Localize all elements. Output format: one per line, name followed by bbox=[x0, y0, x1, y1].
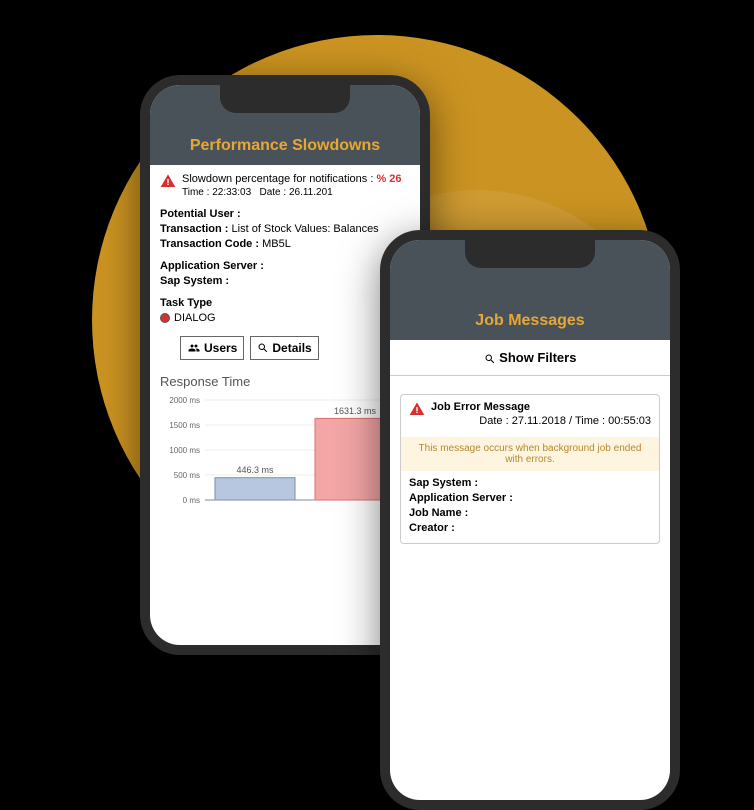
alert-icon bbox=[160, 173, 176, 189]
phone-notch bbox=[220, 85, 350, 113]
card-date-label: Date : bbox=[479, 415, 508, 427]
details-button[interactable]: Details bbox=[250, 336, 318, 360]
job-name-label: Job Name : bbox=[409, 507, 468, 519]
users-button[interactable]: Users bbox=[180, 336, 244, 360]
phone-job-messages: Job Messages Show Filters Job Error Mess… bbox=[380, 230, 680, 810]
page-title: Performance Slowdowns bbox=[190, 137, 380, 155]
users-button-label: Users bbox=[204, 341, 237, 355]
svg-text:500 ms: 500 ms bbox=[174, 471, 200, 480]
date-value: 26.11.201 bbox=[289, 187, 333, 198]
response-time-chart: Response Time 2000 ms 1500 ms 1000 ms 50… bbox=[160, 374, 410, 508]
task-type-option[interactable]: DIALOG bbox=[160, 312, 410, 324]
job-error-card: Job Error Message Date : 27.11.2018 / Ti… bbox=[400, 394, 660, 544]
app-server-label: Application Server : bbox=[409, 492, 513, 504]
creator-label: Creator : bbox=[409, 522, 455, 534]
svg-text:1000 ms: 1000 ms bbox=[169, 446, 200, 455]
app-server-label: Application Server : bbox=[160, 260, 264, 272]
transaction-code-value: MB5L bbox=[262, 238, 291, 250]
sap-system-label: Sap System : bbox=[409, 477, 478, 489]
date-label: Date : bbox=[259, 187, 286, 198]
radio-icon bbox=[160, 313, 170, 323]
chart-title: Response Time bbox=[160, 374, 410, 389]
alert-icon bbox=[409, 401, 425, 417]
alert-row: Slowdown percentage for notifications : … bbox=[160, 173, 410, 198]
svg-text:1500 ms: 1500 ms bbox=[169, 421, 200, 430]
transaction-label: Transaction : bbox=[160, 223, 228, 235]
svg-text:446.3 ms: 446.3 ms bbox=[236, 465, 274, 475]
card-time-value: 00:55:03 bbox=[608, 415, 651, 427]
task-type-label: Task Type bbox=[160, 297, 212, 309]
card-date-value: 27.11.2018 bbox=[512, 415, 566, 427]
card-heading: Job Error Message bbox=[431, 401, 651, 413]
alert-text: Slowdown percentage for notifications : bbox=[182, 173, 373, 185]
svg-text:2000 ms: 2000 ms bbox=[169, 396, 200, 405]
phone-notch bbox=[465, 240, 595, 268]
card-banner: This message occurs when background job … bbox=[401, 437, 659, 471]
potential-user-label: Potential User : bbox=[160, 208, 241, 220]
transaction-code-label: Transaction Code : bbox=[160, 238, 259, 250]
search-icon bbox=[484, 353, 496, 365]
users-icon bbox=[187, 342, 201, 354]
filters-label: Show Filters bbox=[499, 350, 576, 365]
time-value: 22:33:03 bbox=[212, 187, 251, 198]
card-time-label: Time : bbox=[575, 415, 605, 427]
time-label: Time : bbox=[182, 187, 209, 198]
page-title: Job Messages bbox=[475, 312, 584, 330]
details-button-label: Details bbox=[272, 341, 311, 355]
sap-system-label: Sap System : bbox=[160, 275, 229, 287]
task-type-value: DIALOG bbox=[174, 312, 216, 324]
search-icon bbox=[257, 342, 269, 354]
svg-text:0 ms: 0 ms bbox=[183, 496, 200, 505]
svg-text:1631.3 ms: 1631.3 ms bbox=[334, 406, 377, 416]
transaction-value: List of Stock Values: Balances bbox=[232, 223, 379, 235]
alert-value: % 26 bbox=[376, 173, 401, 185]
show-filters-button[interactable]: Show Filters bbox=[390, 340, 670, 376]
